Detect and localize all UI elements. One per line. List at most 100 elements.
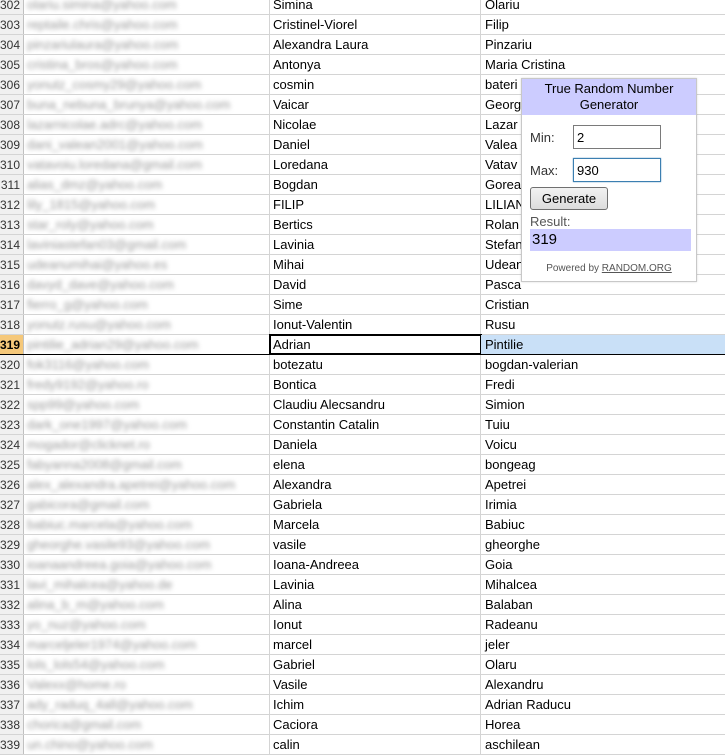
first-name-cell[interactable]: Alexandra Laura [270,35,481,54]
first-name-cell[interactable]: Simina [270,0,481,14]
first-name-cell[interactable]: Adrian [269,334,482,355]
first-name-cell[interactable]: Mihai [270,255,481,274]
row-number[interactable]: 309 [0,135,24,154]
last-name-cell[interactable]: jeler [481,635,725,654]
row-number[interactable]: 327 [0,495,24,514]
last-name-cell[interactable]: Alexandru [481,675,725,694]
email-cell[interactable]: laviniastefan03@gmail.com [24,235,270,254]
row-number[interactable]: 331 [0,575,24,594]
last-name-cell[interactable]: Pinzariu [481,35,725,54]
last-name-cell[interactable]: Irimia [481,495,725,514]
first-name-cell[interactable]: Bontica [270,375,481,394]
email-cell[interactable]: fok3116@yahoo.com [24,355,270,374]
row-number[interactable]: 303 [0,15,24,34]
generate-button[interactable]: Generate [530,187,608,210]
email-cell[interactable]: vatavoiu.loredana@gmail.com [24,155,270,174]
email-cell[interactable]: Valexx@home.ro [24,675,270,694]
last-name-cell[interactable]: Fredi [481,375,725,394]
first-name-cell[interactable]: Nicolae [270,115,481,134]
last-name-cell[interactable]: Radeanu [481,615,725,634]
email-cell[interactable]: ady_raduq_4all@yahoo.com [24,695,270,714]
random-org-link[interactable]: RANDOM.ORG [602,263,672,274]
row-number[interactable]: 306 [0,75,24,94]
first-name-cell[interactable]: Ionut-Valentin [270,315,481,334]
last-name-cell[interactable]: Filip [481,15,725,34]
row-number[interactable]: 305 [0,55,24,74]
first-name-cell[interactable]: calin [270,735,481,754]
email-cell[interactable]: pinzariulaura@yahoo.com [24,35,270,54]
email-cell[interactable]: cristina_bros@yahoo.com [24,55,270,74]
row-number[interactable]: 307 [0,95,24,114]
row-number[interactable]: 325 [0,455,24,474]
first-name-cell[interactable]: Claudiu Alecsandru [270,395,481,414]
last-name-cell[interactable]: Olariu [481,0,725,14]
row-number[interactable]: 326 [0,475,24,494]
first-name-cell[interactable]: Sime [270,295,481,314]
email-cell[interactable]: marceljeler1974@yahoo.com [24,635,270,654]
first-name-cell[interactable]: Loredana [270,155,481,174]
last-name-cell[interactable]: Apetrei [481,475,725,494]
row-number[interactable]: 328 [0,515,24,534]
row-number[interactable]: 323 [0,415,24,434]
email-cell[interactable]: dani_valean2001@yahoo.com [24,135,270,154]
first-name-cell[interactable]: Lavinia [270,235,481,254]
last-name-cell[interactable]: Maria Cristina [481,55,725,74]
row-number[interactable]: 310 [0,155,24,174]
row-number[interactable]: 329 [0,535,24,554]
email-cell[interactable]: alina_b_m@yahoo.com [24,595,270,614]
last-name-cell[interactable]: Cristian [481,295,725,314]
first-name-cell[interactable]: Lavinia [270,575,481,594]
row-number[interactable]: 337 [0,695,24,714]
email-cell[interactable]: yonutz_cosmy29@yahoo.com [24,75,270,94]
last-name-cell[interactable]: Simion [481,395,725,414]
first-name-cell[interactable]: Daniel [270,135,481,154]
email-cell[interactable]: gheorghe.vasile93@yahoo.com [24,535,270,554]
email-cell[interactable]: reptaile.chris@yahoo.com [24,15,270,34]
email-cell[interactable]: fredy9192@yahoo.ro [24,375,270,394]
row-number[interactable]: 316 [0,275,24,294]
email-cell[interactable]: chorica@gmail.com [24,715,270,734]
row-number[interactable]: 335 [0,655,24,674]
email-cell[interactable]: dark_one1997@yahoo.com [24,415,270,434]
email-cell[interactable]: olariu.simina@yahoo.com [24,0,270,14]
email-cell[interactable]: alex_alexandra.apetrei@yahoo.com [24,475,270,494]
max-input[interactable] [573,158,661,182]
last-name-cell[interactable]: Rusu [481,315,725,334]
email-cell[interactable]: lazarnicolae.adrc@yahoo.com [24,115,270,134]
first-name-cell[interactable]: Bogdan [270,175,481,194]
row-number[interactable]: 338 [0,715,24,734]
row-number[interactable]: 308 [0,115,24,134]
row-number[interactable]: 315 [0,255,24,274]
row-number[interactable]: 333 [0,615,24,634]
first-name-cell[interactable]: Ichim [270,695,481,714]
last-name-cell[interactable]: Mihalcea [481,575,725,594]
last-name-cell[interactable]: Balaban [481,595,725,614]
min-input[interactable] [573,125,661,149]
row-number[interactable]: 332 [0,595,24,614]
email-cell[interactable]: star_roly@yahoo.com [24,215,270,234]
last-name-cell[interactable]: Pintilie [481,335,725,354]
first-name-cell[interactable]: Cristinel-Viorel [270,15,481,34]
last-name-cell[interactable]: Goia [481,555,725,574]
first-name-cell[interactable]: Ioana-Andreea [270,555,481,574]
first-name-cell[interactable]: marcel [270,635,481,654]
first-name-cell[interactable]: vasile [270,535,481,554]
email-cell[interactable]: lavi_mihalcea@yahoo.de [24,575,270,594]
first-name-cell[interactable]: Marcela [270,515,481,534]
email-cell[interactable]: lily_1815@yahoo.com [24,195,270,214]
row-number[interactable]: 334 [0,635,24,654]
email-cell[interactable]: gabicora@gmail.com [24,495,270,514]
first-name-cell[interactable]: Vasile [270,675,481,694]
email-cell[interactable]: spp99@yahoo.com [24,395,270,414]
row-number[interactable]: 302 [0,0,24,14]
first-name-cell[interactable]: Daniela [270,435,481,454]
first-name-cell[interactable]: Gabriela [270,495,481,514]
email-cell[interactable]: mogador@clicknet.ro [24,435,270,454]
row-number[interactable]: 324 [0,435,24,454]
first-name-cell[interactable]: Antonya [270,55,481,74]
row-number[interactable]: 312 [0,195,24,214]
row-number[interactable]: 304 [0,35,24,54]
last-name-cell[interactable]: Olaru [481,655,725,674]
row-number[interactable]: 314 [0,235,24,254]
row-number[interactable]: 321 [0,375,24,394]
